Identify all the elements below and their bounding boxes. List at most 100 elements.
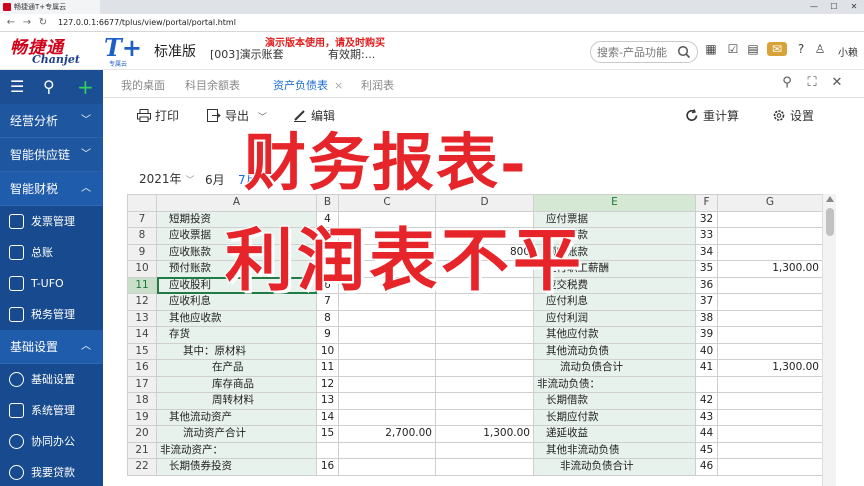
cell-c[interactable] xyxy=(338,359,436,377)
cell-f[interactable]: 36 xyxy=(695,276,718,294)
cell-f[interactable]: 45 xyxy=(695,441,718,459)
cell-b[interactable]: 14 xyxy=(316,408,339,426)
help-icon[interactable]: ? xyxy=(794,42,808,56)
cell-g[interactable] xyxy=(717,458,822,476)
cell-e[interactable]: 流动负债合计 xyxy=(533,359,696,377)
tab-desktop[interactable]: 我的桌面 xyxy=(121,77,165,93)
table-row[interactable]: 22 长期债券投资 16 非流动负债合计 46 xyxy=(127,458,822,476)
table-row[interactable]: 19 其他流动资产 14 长期应付款 43 xyxy=(127,408,822,426)
cell-e[interactable]: 其他流动负债 xyxy=(533,342,696,360)
cell-g[interactable] xyxy=(717,227,822,245)
cell-d[interactable] xyxy=(435,375,534,393)
cell-f[interactable]: 37 xyxy=(695,293,718,311)
cell-f[interactable]: 40 xyxy=(695,342,718,360)
user-icon[interactable]: ♙ xyxy=(813,42,827,56)
cell-b[interactable]: 8 xyxy=(316,309,339,327)
sidebar-search-icon[interactable]: ⚲ xyxy=(43,78,55,96)
table-row[interactable]: 15 其中：原材料 10 其他流动负债 40 xyxy=(127,342,822,360)
sidebar-item-system[interactable]: 系统管理 xyxy=(0,395,103,426)
cell-a[interactable]: 其中：原材料 xyxy=(156,342,317,360)
close-tab-icon[interactable]: × xyxy=(334,79,343,92)
cell-g[interactable] xyxy=(717,375,822,393)
cell-c[interactable] xyxy=(338,392,436,410)
content-search-icon[interactable]: ⚲ xyxy=(779,75,795,91)
cell-f[interactable] xyxy=(695,375,718,393)
row-number[interactable]: 18 xyxy=(127,392,157,410)
cell-c[interactable] xyxy=(338,342,436,360)
row-number[interactable]: 8 xyxy=(127,227,157,245)
add-icon[interactable]: + xyxy=(77,77,94,97)
cell-e[interactable]: 长期应付款 xyxy=(533,408,696,426)
search-input[interactable] xyxy=(597,45,675,59)
calculator-icon[interactable]: ▦ xyxy=(704,42,718,56)
cell-e[interactable]: 递延收益 xyxy=(533,425,696,443)
cell-c[interactable]: 2,700.00 xyxy=(338,425,436,443)
row-number[interactable]: 22 xyxy=(127,458,157,476)
cell-c[interactable] xyxy=(338,309,436,327)
cell-f[interactable]: 42 xyxy=(695,392,718,410)
grid-corner[interactable] xyxy=(127,194,157,212)
table-row[interactable]: 21 非流动资产： 其他非流动负债 45 xyxy=(127,441,822,459)
cell-g[interactable] xyxy=(717,326,822,344)
sidebar-item-basic-settings[interactable]: 基础设置 xyxy=(0,364,103,395)
row-number[interactable]: 9 xyxy=(127,243,157,261)
row-number[interactable]: 14 xyxy=(127,326,157,344)
tab-balance-sheet[interactable]: 资产负债表 × xyxy=(273,77,344,100)
cell-a[interactable]: 存货 xyxy=(156,326,317,344)
tab-income-statement[interactable]: 利润表 xyxy=(361,77,394,93)
cell-c[interactable] xyxy=(338,458,436,476)
report-icon[interactable]: ▤ xyxy=(746,42,760,56)
gift-icon[interactable]: ✉ xyxy=(767,42,787,56)
reload-icon[interactable]: ↻ xyxy=(36,16,50,30)
url-field[interactable]: 127.0.0.1:6677/tplus/view/portal/portal.… xyxy=(58,17,818,29)
sidebar-item-invoice[interactable]: 发票管理 xyxy=(0,206,103,237)
recalc-button[interactable]: 重计算 xyxy=(685,107,739,124)
cell-b[interactable] xyxy=(316,441,339,459)
table-row[interactable]: 14 存货 9 其他应付款 39 xyxy=(127,326,822,344)
search-box[interactable] xyxy=(590,41,698,63)
column-header-f[interactable]: F xyxy=(695,194,718,212)
cell-c[interactable] xyxy=(338,326,436,344)
cell-e[interactable]: 非流动负债合计 xyxy=(533,458,696,476)
cell-d[interactable]: 1,300.00 xyxy=(435,425,534,443)
sidebar-item-loan[interactable]: 我要贷款 xyxy=(0,457,103,486)
column-header-g[interactable]: G xyxy=(717,194,822,212)
cell-a[interactable]: 流动资产合计 xyxy=(156,425,317,443)
table-row[interactable]: 13 其他应收款 8 应付利润 38 xyxy=(127,309,822,327)
cell-g[interactable] xyxy=(717,392,822,410)
month-june[interactable]: 6月 xyxy=(205,171,225,188)
row-number[interactable]: 19 xyxy=(127,408,157,426)
cell-a[interactable]: 周转材料 xyxy=(156,392,317,410)
sidebar-item-collab[interactable]: 协同办公 xyxy=(0,426,103,457)
cell-f[interactable]: 38 xyxy=(695,309,718,327)
cell-d[interactable] xyxy=(435,441,534,459)
cell-g[interactable]: 1,300.00 xyxy=(717,359,822,377)
year-selector[interactable]: 2021年 ﹀ xyxy=(139,170,195,187)
browser-tab[interactable]: 畅捷通T+专属云 xyxy=(0,0,100,14)
username[interactable]: 小赖 xyxy=(838,44,858,59)
cell-g[interactable] xyxy=(717,441,822,459)
back-icon[interactable]: ← xyxy=(4,16,18,30)
cell-g[interactable] xyxy=(717,243,822,261)
vertical-scrollbar[interactable] xyxy=(822,194,836,486)
cell-e[interactable]: 非流动负债： xyxy=(533,375,696,393)
sidebar-item-tax[interactable]: 税务管理 xyxy=(0,299,103,330)
cell-e[interactable]: 其他非流动负债 xyxy=(533,441,696,459)
cell-b[interactable]: 11 xyxy=(316,359,339,377)
forward-icon[interactable]: → xyxy=(20,16,34,30)
menu-icon[interactable]: ☰ xyxy=(10,78,24,96)
cell-b[interactable]: 9 xyxy=(316,326,339,344)
row-number[interactable]: 16 xyxy=(127,359,157,377)
row-number[interactable]: 20 xyxy=(127,425,157,443)
row-number[interactable]: 10 xyxy=(127,260,157,278)
row-number[interactable]: 15 xyxy=(127,342,157,360)
cell-f[interactable]: 41 xyxy=(695,359,718,377)
cell-a[interactable]: 其他流动资产 xyxy=(156,408,317,426)
cell-c[interactable] xyxy=(338,375,436,393)
cell-e[interactable]: 长期借款 xyxy=(533,392,696,410)
cell-b[interactable]: 13 xyxy=(316,392,339,410)
minimize-icon[interactable]: — xyxy=(804,0,824,14)
cell-c[interactable] xyxy=(338,441,436,459)
cell-g[interactable] xyxy=(717,408,822,426)
cell-e[interactable]: 应付利润 xyxy=(533,309,696,327)
